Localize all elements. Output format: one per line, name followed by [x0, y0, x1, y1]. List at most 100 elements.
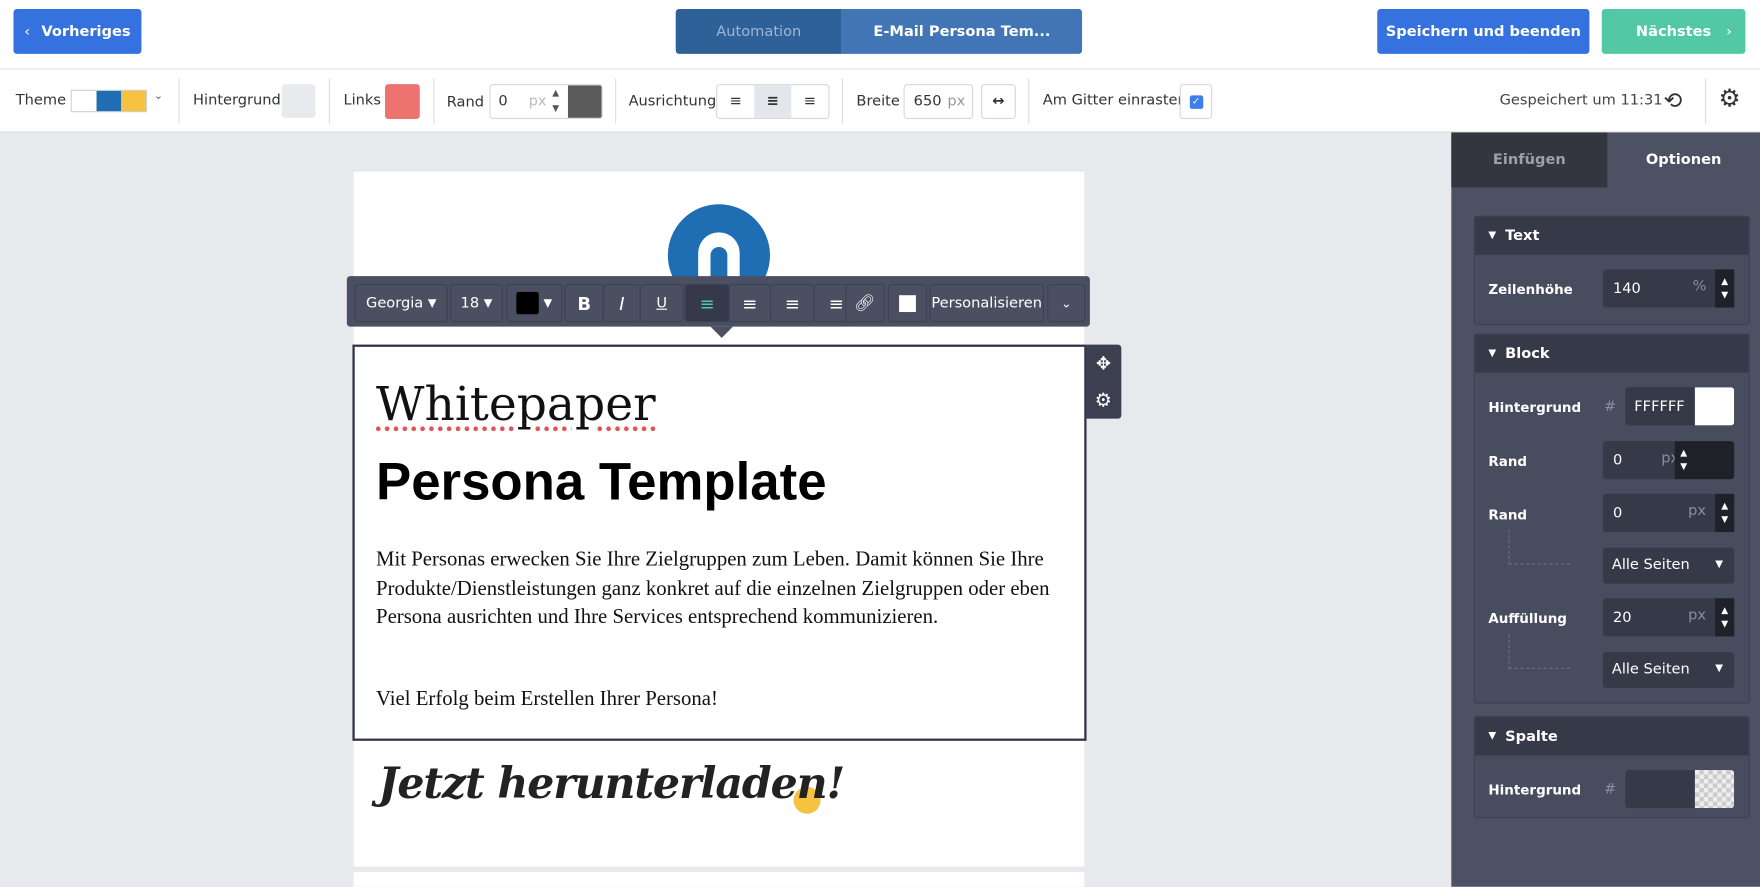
- breadcrumb-label: E-Mail Persona Tem...: [873, 23, 1051, 40]
- border-sides-select[interactable]: Alle Seiten ▼: [1602, 547, 1735, 584]
- personalize-label: Personalisieren: [931, 294, 1042, 312]
- align-right-icon[interactable]: ≡: [791, 85, 828, 118]
- width-unit: px: [947, 93, 966, 111]
- next-label: Nächstes: [1635, 23, 1712, 40]
- stepper-icon[interactable]: ▲ ▼: [1715, 493, 1735, 533]
- text-panel-header[interactable]: ▼ Text: [1474, 216, 1749, 255]
- width-label: Breite: [856, 93, 900, 111]
- stepper-icon[interactable]: ▲ ▼: [552, 85, 559, 116]
- next-email-block: [353, 872, 1085, 887]
- size-value: 18: [460, 294, 480, 312]
- tab-label: Einfügen: [1492, 151, 1566, 169]
- save-and-exit-button[interactable]: Speichern und beenden: [1377, 8, 1590, 54]
- gear-icon[interactable]: ⚙: [1718, 85, 1740, 113]
- personalize-button[interactable]: Personalisieren: [929, 283, 1044, 323]
- alignment-group: ≡ ≡ ≡: [716, 84, 830, 119]
- links-color-swatch[interactable]: [385, 84, 420, 119]
- line-height-value: 140: [1612, 280, 1641, 298]
- column-bg-input[interactable]: [1625, 770, 1735, 809]
- tab-label: Optionen: [1645, 151, 1722, 169]
- next-button[interactable]: Nächstes ›: [1601, 8, 1746, 54]
- breadcrumb-current[interactable]: E-Mail Persona Tem...: [841, 8, 1083, 54]
- breadcrumb-automation[interactable]: Automation: [675, 8, 842, 54]
- chevron-down-icon[interactable]: ⌄: [1047, 283, 1086, 323]
- unit: px: [1688, 502, 1707, 520]
- transparent-swatch[interactable]: [1694, 770, 1735, 809]
- align-left-icon[interactable]: ≡: [717, 85, 754, 118]
- toolbar-pointer: [710, 326, 733, 338]
- stepper-icon[interactable]: ▲ ▼: [1715, 598, 1735, 637]
- align-label: Ausrichtung: [628, 93, 717, 111]
- background-label: Hintergrund: [193, 92, 281, 109]
- text-color-swatch: [516, 291, 539, 315]
- block-bg-label: Hintergrund: [1488, 399, 1582, 416]
- border-width-input[interactable]: 0 px ▲ ▼: [489, 84, 603, 119]
- value: Alle Seiten: [1611, 556, 1690, 574]
- caret-down-icon: ▼: [1488, 347, 1497, 360]
- caret-down-icon: ▼: [483, 296, 493, 310]
- bold-icon[interactable]: B: [564, 283, 604, 323]
- panel-title: Spalte: [1505, 727, 1558, 745]
- stepper-icon[interactable]: ▲ ▼: [1674, 441, 1735, 480]
- theme-label: Theme: [15, 92, 67, 109]
- align-center-icon[interactable]: ≡: [754, 85, 792, 118]
- stepper-icon[interactable]: ▲ ▼: [1715, 269, 1735, 308]
- column-panel: ▼ Spalte Hintergrund #: [1473, 716, 1750, 819]
- previous-button[interactable]: ‹ Vorheriges: [13, 8, 142, 54]
- align-right-icon[interactable]: ≡: [770, 283, 815, 323]
- chevron-right-icon: ›: [1726, 23, 1732, 40]
- column-panel-header[interactable]: ▼ Spalte: [1474, 717, 1749, 756]
- align-center-icon[interactable]: ≡: [728, 283, 772, 323]
- text-color-select[interactable]: ▼: [506, 283, 563, 323]
- tab-options[interactable]: Optionen: [1607, 132, 1760, 187]
- hash-label: #: [1603, 781, 1617, 799]
- gear-icon[interactable]: ⚙: [1085, 382, 1121, 419]
- options-sidebar: Einfügen Optionen ▼ Text Zeilenhöhe 140 %…: [1451, 132, 1760, 887]
- theme-color-3: [121, 90, 146, 112]
- tab-insert[interactable]: Einfügen: [1451, 132, 1608, 188]
- hash-label: #: [1603, 398, 1617, 416]
- line-height-input[interactable]: 140 % ▲ ▼: [1602, 269, 1735, 308]
- font-family-select[interactable]: Georgia ▼: [354, 283, 448, 323]
- snap-checkbox[interactable]: ✓: [1179, 84, 1213, 119]
- font-value: Georgia: [366, 294, 424, 312]
- chevron-left-icon: ‹: [24, 23, 31, 40]
- selected-text-block[interactable]: [352, 344, 1087, 741]
- block-bg-input[interactable]: FFFFFF: [1625, 387, 1735, 426]
- link-icon[interactable]: 🔗︎: [845, 283, 885, 323]
- saved-status: Gespeichert um 11:31: [1499, 92, 1663, 109]
- theme-swatches[interactable]: [70, 89, 148, 113]
- block-border-input-2[interactable]: 0 px ▲ ▼: [1602, 493, 1735, 533]
- border-color-swatch[interactable]: [567, 85, 602, 118]
- block-border-input[interactable]: 0 px ▲ ▼: [1602, 441, 1735, 480]
- value: 20: [1612, 609, 1632, 627]
- breadcrumb-label: Automation: [716, 23, 802, 40]
- font-size-select[interactable]: 18 ▼: [450, 283, 503, 323]
- caret-down-icon: ▼: [1488, 730, 1497, 742]
- save-label: Speichern und beenden: [1385, 23, 1581, 40]
- width-input[interactable]: 650 px: [903, 84, 974, 119]
- border-unit: px: [528, 93, 547, 111]
- block-bg-value: FFFFFF: [1634, 398, 1685, 416]
- full-width-icon[interactable]: ↔: [981, 84, 1016, 119]
- download-cta[interactable]: Jetzt herunterladen!: [378, 758, 845, 809]
- block-panel-header[interactable]: ▼ Block: [1474, 334, 1749, 373]
- italic-icon[interactable]: I: [602, 283, 641, 323]
- chevron-down-icon[interactable]: ⌄: [154, 90, 163, 102]
- panel-title: Text: [1505, 227, 1540, 245]
- move-icon[interactable]: ✥: [1085, 345, 1121, 382]
- block-bg-swatch[interactable]: [1694, 387, 1735, 426]
- history-icon[interactable]: ⟲: [1663, 86, 1682, 113]
- image-icon[interactable]: [887, 283, 928, 323]
- underline-icon[interactable]: U: [639, 283, 684, 323]
- width-value: 650: [913, 93, 942, 111]
- snap-label: Am Gitter einrasten: [1042, 92, 1187, 109]
- caret-down-icon: ▼: [1488, 230, 1497, 242]
- line-height-label: Zeilenhöhe: [1488, 281, 1573, 298]
- align-left-icon[interactable]: ≡: [684, 283, 730, 323]
- block-border-label: Rand: [1488, 453, 1528, 470]
- padding-sides-select[interactable]: Alle Seiten ▼: [1602, 652, 1735, 689]
- theme-color-2: [96, 90, 122, 112]
- padding-input[interactable]: 20 px ▲ ▼: [1602, 598, 1735, 637]
- background-color-swatch[interactable]: [281, 84, 316, 118]
